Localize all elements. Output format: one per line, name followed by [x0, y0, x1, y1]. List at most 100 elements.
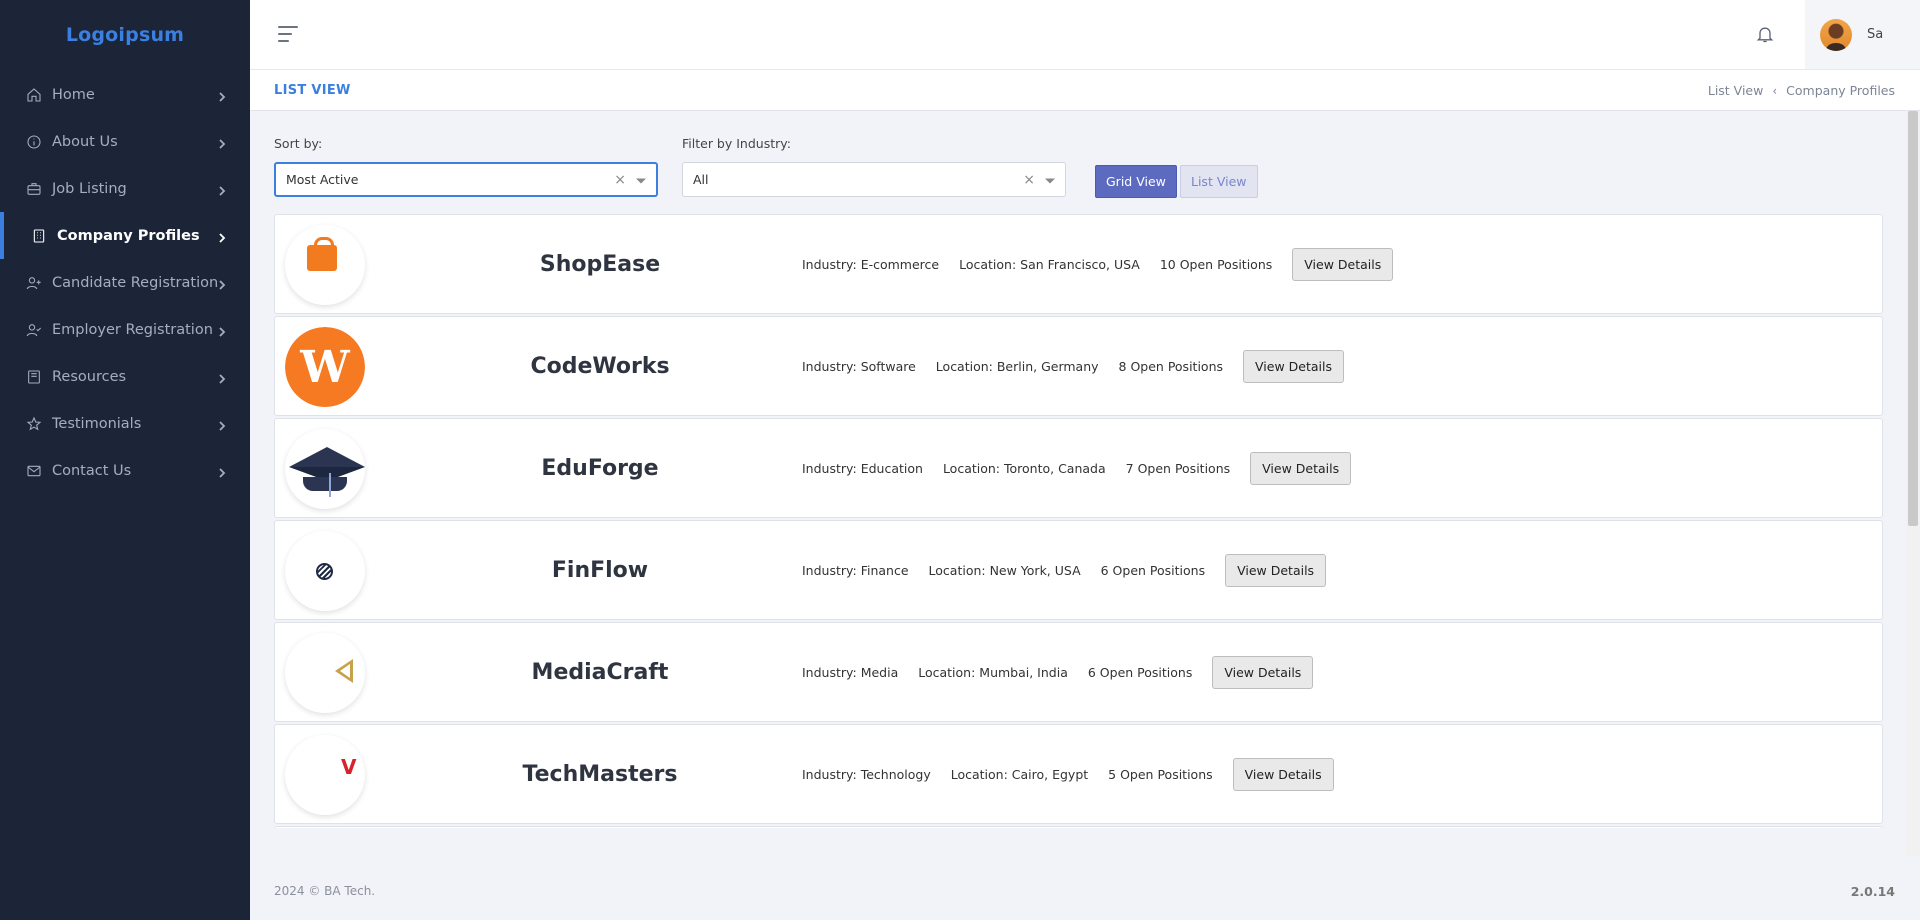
- chevron-right-icon: [217, 466, 227, 478]
- sidebar-item-home[interactable]: Home: [0, 71, 250, 118]
- clear-icon[interactable]: ×: [614, 172, 626, 188]
- company-card: EduForge Industry: Education Location: T…: [274, 418, 1883, 518]
- sidebar-item-label: Job Listing: [52, 180, 127, 197]
- company-logo[interactable]: V: [285, 735, 365, 815]
- company-meta: Industry: Technology Location: Cairo, Eg…: [802, 725, 1334, 823]
- company-open-positions: 10 Open Positions: [1159, 256, 1273, 272]
- view-details-button[interactable]: View Details: [1243, 349, 1344, 383]
- menu-toggle-icon[interactable]: [278, 26, 298, 42]
- info-icon: [25, 133, 42, 150]
- sidebar-item-label: Testimonials: [52, 415, 142, 432]
- company-location: Location: New York, USA: [928, 562, 1081, 578]
- company-card: FinFlow Industry: Finance Location: New …: [274, 520, 1883, 620]
- sidebar-item-employer-registration[interactable]: Employer Registration: [0, 306, 250, 353]
- notification-bell-icon[interactable]: [1755, 24, 1775, 44]
- company-logo[interactable]: [285, 633, 365, 713]
- chevron-left-icon: ‹: [1772, 83, 1778, 98]
- company-name: ShopEase: [539, 251, 661, 277]
- avatar: [1820, 18, 1852, 51]
- techmasters-logo-icon: V: [285, 735, 365, 815]
- chevron-right-icon: [217, 90, 227, 102]
- breadcrumb-item-list-view[interactable]: List View: [1708, 83, 1764, 98]
- company-meta: Industry: Media Location: Mumbai, India …: [802, 623, 1314, 721]
- sidebar-item-company-profiles[interactable]: Company Profiles: [0, 212, 250, 259]
- building-icon: [30, 227, 47, 244]
- page-scrollbar[interactable]: [1906, 111, 1920, 920]
- industry-filter-label: Filter by Industry:: [682, 136, 791, 151]
- copyright-text: 2024 © BA Tech.: [274, 884, 376, 898]
- company-meta: Industry: Education Location: Toronto, C…: [802, 419, 1352, 517]
- company-logo[interactable]: [285, 429, 365, 509]
- chevron-right-icon: [217, 372, 227, 384]
- company-card: W CodeWorks Industry: Software Location:…: [274, 316, 1883, 416]
- company-card: MediaCraft Industry: Media Location: Mum…: [274, 622, 1883, 722]
- company-logo[interactable]: W: [285, 327, 365, 407]
- view-details-button[interactable]: View Details: [1250, 451, 1352, 485]
- company-location: Location: Mumbai, India: [918, 664, 1068, 680]
- company-open-positions: 6 Open Positions: [1100, 562, 1206, 578]
- sidebar-item-about-us[interactable]: About Us: [0, 118, 250, 165]
- company-location: Location: Cairo, Egypt: [950, 766, 1089, 782]
- user-plus-icon: [25, 274, 42, 291]
- scrollbar-thumb[interactable]: [1908, 111, 1918, 526]
- grid-view-button[interactable]: Grid View: [1095, 165, 1177, 198]
- company-meta: Industry: Software Location: Berlin, Ger…: [802, 317, 1344, 415]
- breadcrumb-item-company-profiles: Company Profiles: [1786, 83, 1895, 98]
- top-bar: Sa: [250, 0, 1920, 70]
- company-name: FinFlow: [551, 557, 649, 583]
- sidebar-item-contact-us[interactable]: Contact Us: [0, 447, 250, 494]
- company-logo[interactable]: [285, 225, 365, 305]
- company-location: Location: Toronto, Canada: [942, 460, 1106, 476]
- company-location: Location: San Francisco, USA: [959, 256, 1140, 272]
- sidebar-item-label: Employer Registration: [52, 321, 213, 338]
- sidebar-item-label: About Us: [52, 133, 118, 150]
- list-view-button[interactable]: List View: [1180, 165, 1258, 198]
- sort-by-label: Sort by:: [274, 136, 323, 151]
- sort-by-select[interactable]: Most Active ×: [274, 162, 658, 197]
- codeworks-logo-icon: W: [285, 327, 365, 407]
- company-open-positions: 5 Open Positions: [1108, 766, 1213, 782]
- mediacraft-logo-icon: [285, 633, 365, 713]
- book-icon: [25, 368, 42, 385]
- chevron-right-icon: [217, 137, 227, 149]
- sidebar-item-resources[interactable]: Resources: [0, 353, 250, 400]
- company-name: TechMasters: [522, 761, 678, 787]
- sidebar-item-job-listing[interactable]: Job Listing: [0, 165, 250, 212]
- user-check-icon: [25, 321, 42, 338]
- company-meta: Industry: Finance Location: New York, US…: [802, 521, 1327, 619]
- clear-icon[interactable]: ×: [1023, 172, 1035, 188]
- company-industry: Industry: Media: [802, 664, 899, 680]
- footer: 2024 © BA Tech. 2.0.14: [250, 856, 1920, 920]
- company-industry: Industry: E-commerce: [802, 256, 940, 272]
- company-open-positions: 7 Open Positions: [1125, 460, 1231, 476]
- view-details-button[interactable]: View Details: [1212, 655, 1314, 689]
- graduation-cap-icon: [285, 429, 365, 509]
- breadcrumb: List View ‹ Company Profiles: [1708, 83, 1895, 98]
- home-icon: [25, 86, 42, 103]
- sidebar-item-label: Contact Us: [52, 462, 132, 479]
- company-industry: Industry: Technology: [802, 766, 931, 782]
- sidebar-item-testimonials[interactable]: Testimonials: [0, 400, 250, 447]
- briefcase-icon: [25, 180, 42, 197]
- sidebar: Logoipsum Home About Us Job Listing Comp…: [0, 0, 250, 920]
- chevron-down-icon[interactable]: [636, 178, 646, 183]
- company-name: MediaCraft: [531, 659, 669, 685]
- page-header: LIST VIEW List View ‹ Company Profiles: [250, 70, 1920, 111]
- version-text: 2.0.14: [1850, 884, 1895, 899]
- globe-icon: [315, 562, 333, 580]
- page-title: LIST VIEW: [274, 83, 351, 98]
- user-menu[interactable]: Sa: [1805, 0, 1920, 69]
- view-details-button[interactable]: View Details: [1292, 247, 1394, 281]
- sidebar-item-label: Resources: [52, 368, 127, 385]
- view-details-button[interactable]: View Details: [1232, 757, 1334, 791]
- sidebar-nav: Home About Us Job Listing Company Profil…: [0, 71, 250, 494]
- company-open-positions: 6 Open Positions: [1087, 664, 1193, 680]
- company-logo[interactable]: [285, 531, 365, 611]
- app-logo[interactable]: Logoipsum: [0, 0, 250, 70]
- chevron-down-icon[interactable]: [1045, 178, 1055, 183]
- star-icon: [25, 415, 42, 432]
- company-card: V TechMasters Industry: Technology Locat…: [274, 724, 1883, 824]
- industry-filter-select[interactable]: All ×: [682, 162, 1066, 197]
- sidebar-item-candidate-registration[interactable]: Candidate Registration: [0, 259, 250, 306]
- view-details-button[interactable]: View Details: [1225, 553, 1327, 587]
